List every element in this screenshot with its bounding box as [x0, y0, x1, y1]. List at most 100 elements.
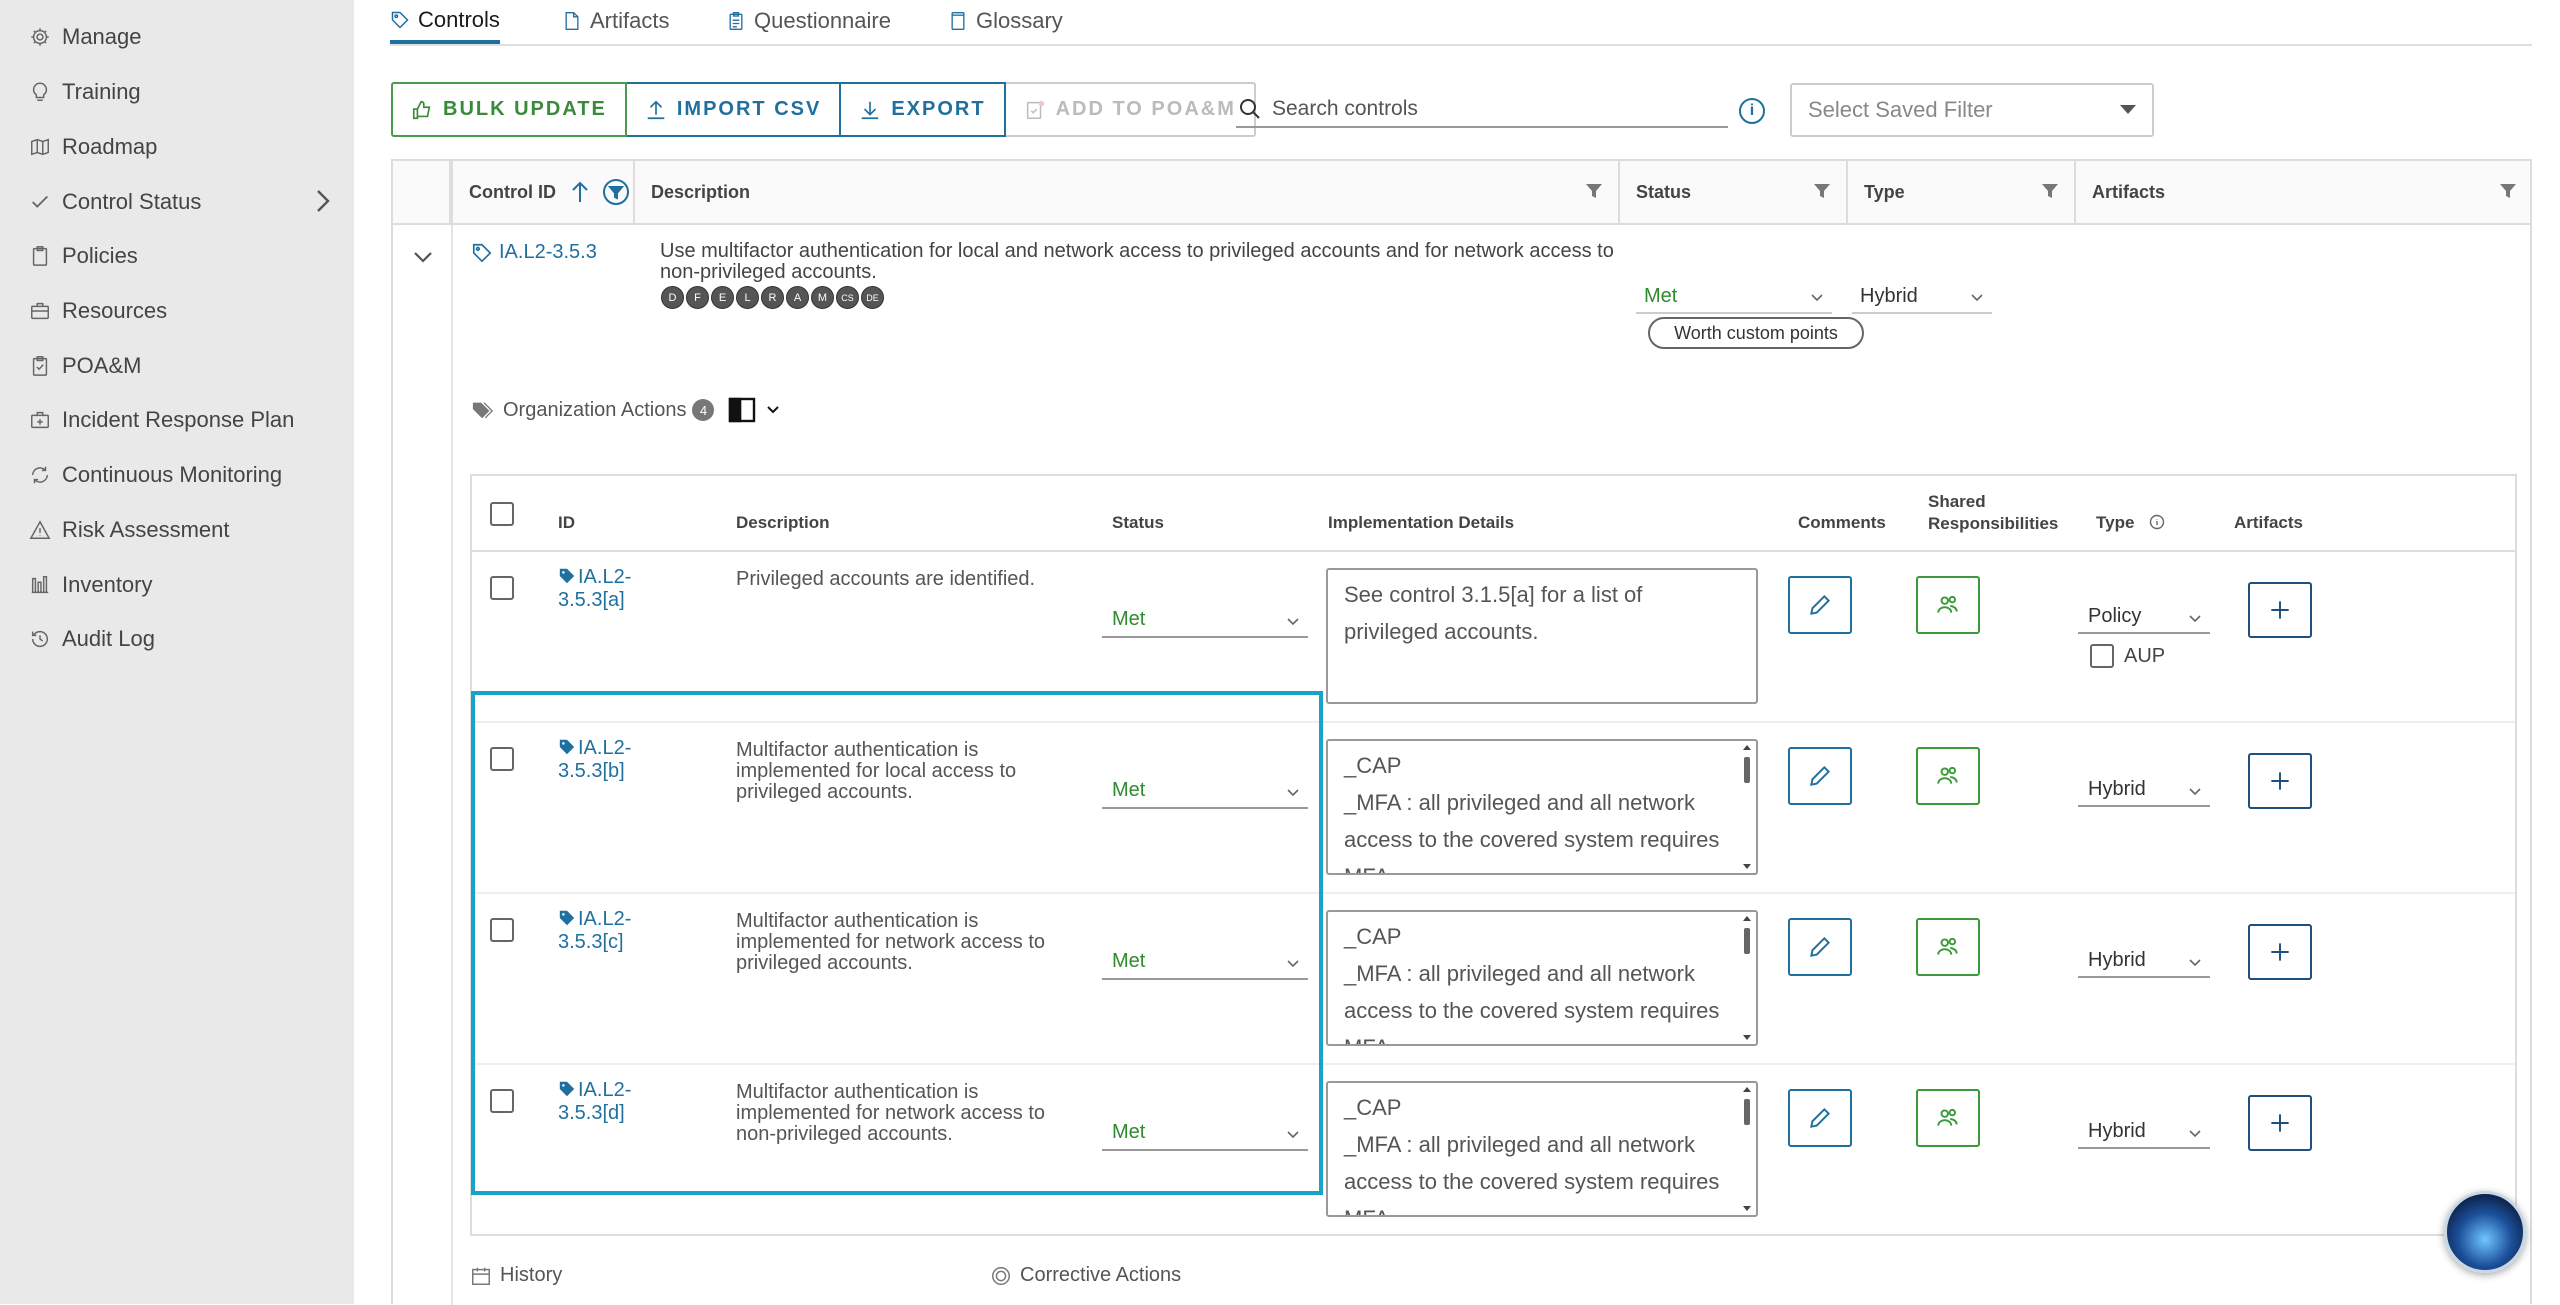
add-to-poam-button[interactable]: ADD TO POA&M: [1005, 82, 1256, 137]
sidebar-item-incident-response-plan[interactable]: Incident Response Plan: [28, 402, 294, 438]
edit-comment-button[interactable]: [1788, 576, 1852, 634]
sidebar-item-label: Incident Response Plan: [62, 407, 295, 432]
scrollbar[interactable]: [1740, 743, 1754, 871]
header-label: Type: [1864, 181, 1905, 202]
sidebar-item-inventory[interactable]: Inventory: [28, 567, 153, 603]
add-artifact-button[interactable]: [2248, 753, 2312, 809]
edit-comment-button[interactable]: [1788, 918, 1852, 976]
aup-checkbox[interactable]: [2090, 644, 2114, 668]
implementation-details-textarea[interactable]: See control 3.1.5[a] for a list of privi…: [1326, 568, 1758, 704]
type-select[interactable]: Hybrid: [2078, 773, 2210, 807]
chevron-down-icon: [1811, 294, 1823, 302]
row-checkbox[interactable]: [490, 1089, 514, 1113]
status-select[interactable]: Met: [1102, 1115, 1308, 1151]
shared-responsibilities-button[interactable]: [1916, 918, 1980, 976]
tab-artifacts[interactable]: Artifacts: [562, 0, 669, 42]
assistant-avatar[interactable]: [2444, 1191, 2526, 1273]
action-id-link[interactable]: IA.L2-3.5.3[a]: [558, 566, 658, 612]
filter-icon[interactable]: [2040, 181, 2060, 201]
status-select[interactable]: Met: [1102, 602, 1308, 638]
sidebar-item-risk-assessment[interactable]: Risk Assessment: [28, 512, 230, 548]
column-header-description[interactable]: Description: [633, 161, 1618, 223]
filter-icon[interactable]: [1584, 181, 1604, 201]
control-badges: D F E L R A M CS DE: [661, 286, 886, 309]
sort-ascending-icon[interactable]: [570, 180, 590, 204]
sidebar-item-manage[interactable]: Manage: [28, 19, 142, 55]
type-select[interactable]: Hybrid: [2078, 944, 2210, 978]
type-select[interactable]: Hybrid: [2078, 1115, 2210, 1149]
column-header-control-id[interactable]: Control ID: [451, 161, 633, 223]
scrollbar[interactable]: [1740, 914, 1754, 1042]
sidebar-item-policies[interactable]: Policies: [28, 238, 138, 274]
implementation-details-textarea[interactable]: _CAP _MFA : all privileged and all netwo…: [1326, 910, 1758, 1046]
sidebar-item-continuous-monitoring[interactable]: Continuous Monitoring: [28, 457, 282, 493]
shared-responsibilities-button[interactable]: [1916, 1089, 1980, 1147]
select-value: Hybrid: [1860, 284, 1918, 307]
sidebar-item-audit-log[interactable]: Audit Log: [28, 621, 155, 657]
action-id-link[interactable]: IA.L2-3.5.3[b]: [558, 737, 658, 783]
add-artifact-button[interactable]: [2248, 582, 2312, 638]
tag-icon: [559, 568, 575, 584]
action-id-link[interactable]: IA.L2-3.5.3[c]: [558, 908, 658, 954]
tab-controls[interactable]: Controls: [390, 0, 500, 44]
shared-responsibilities-button[interactable]: [1916, 747, 1980, 805]
column-header-type[interactable]: Type: [1846, 161, 2074, 223]
chevron-right-icon[interactable]: [312, 188, 334, 221]
filter-icon[interactable]: [1812, 181, 1832, 201]
row-checkbox[interactable]: [490, 918, 514, 942]
header-label: Status: [1636, 181, 1692, 202]
sidebar-item-roadmap[interactable]: Roadmap: [28, 129, 157, 165]
export-button[interactable]: EXPORT: [841, 82, 1006, 137]
custom-points-pill[interactable]: Worth custom points: [1648, 317, 1864, 349]
sidebar-item-poam[interactable]: POA&M: [28, 348, 141, 384]
info-icon[interactable]: i: [1739, 98, 1765, 124]
filter-active-icon[interactable]: [602, 178, 630, 206]
control-status-select[interactable]: Met: [1636, 280, 1832, 314]
tab-questionnaire[interactable]: Questionnaire: [726, 0, 891, 42]
impl-text: _CAP _MFA : all privileged and all netwo…: [1344, 924, 1720, 1044]
chevron-down-icon[interactable]: [411, 245, 435, 269]
select-all-checkbox[interactable]: [490, 502, 514, 526]
aup-checkbox-row[interactable]: AUP: [2090, 644, 2165, 668]
implementation-details-textarea[interactable]: _CAP _MFA : all privileged and all netwo…: [1326, 1081, 1758, 1217]
corrective-actions-section[interactable]: Corrective Actions: [990, 1264, 1181, 1287]
scrollbar[interactable]: [1740, 1085, 1754, 1213]
table-header: ID Description Status Implementation Det…: [472, 476, 2515, 552]
sidebar-item-resources[interactable]: Resources: [28, 293, 167, 329]
search-controls: [1236, 92, 1728, 128]
tag-icon: [559, 1081, 575, 1097]
edit-comment-button[interactable]: [1788, 1089, 1852, 1147]
type-select[interactable]: Policy: [2078, 600, 2210, 634]
pencil-icon: [1810, 1107, 1831, 1128]
sidebar-item-training[interactable]: Training: [28, 74, 141, 110]
users-icon: [1937, 766, 1958, 784]
status-select[interactable]: Met: [1102, 944, 1308, 980]
column-header-status[interactable]: Status: [1618, 161, 1846, 223]
row-checkbox[interactable]: [490, 576, 514, 600]
tag-icon: [391, 11, 409, 29]
sidebar-item-control-status[interactable]: Control Status: [28, 184, 201, 220]
tab-glossary[interactable]: Glossary: [948, 0, 1063, 42]
action-id-link[interactable]: IA.L2-3.5.3[d]: [558, 1079, 658, 1125]
column-picker[interactable]: [728, 397, 788, 423]
history-section[interactable]: History: [470, 1264, 562, 1287]
shared-responsibilities-button[interactable]: [1916, 576, 1980, 634]
control-type-select[interactable]: Hybrid: [1852, 280, 1992, 314]
saved-filter-select[interactable]: Select Saved Filter: [1790, 83, 2154, 137]
document-icon: [565, 12, 579, 30]
column-header-artifacts[interactable]: Artifacts: [2074, 161, 2532, 223]
status-select[interactable]: Met: [1102, 773, 1308, 809]
row-checkbox[interactable]: [490, 747, 514, 771]
add-artifact-button[interactable]: [2248, 924, 2312, 980]
edit-comment-button[interactable]: [1788, 747, 1852, 805]
bulk-update-button[interactable]: BULK UPDATE: [391, 82, 627, 137]
add-artifact-button[interactable]: [2248, 1095, 2312, 1151]
search-input[interactable]: [1272, 97, 1712, 121]
sidebar-item-label: Roadmap: [62, 134, 158, 159]
info-icon[interactable]: [2149, 514, 2165, 530]
import-csv-button[interactable]: IMPORT CSV: [626, 82, 842, 137]
filter-icon[interactable]: [2498, 181, 2518, 201]
select-value: Hybrid: [2088, 1119, 2146, 1142]
implementation-details-textarea[interactable]: _CAP _MFA : all privileged and all netwo…: [1326, 739, 1758, 875]
control-id-link[interactable]: IA.L2-3.5.3: [471, 241, 597, 264]
